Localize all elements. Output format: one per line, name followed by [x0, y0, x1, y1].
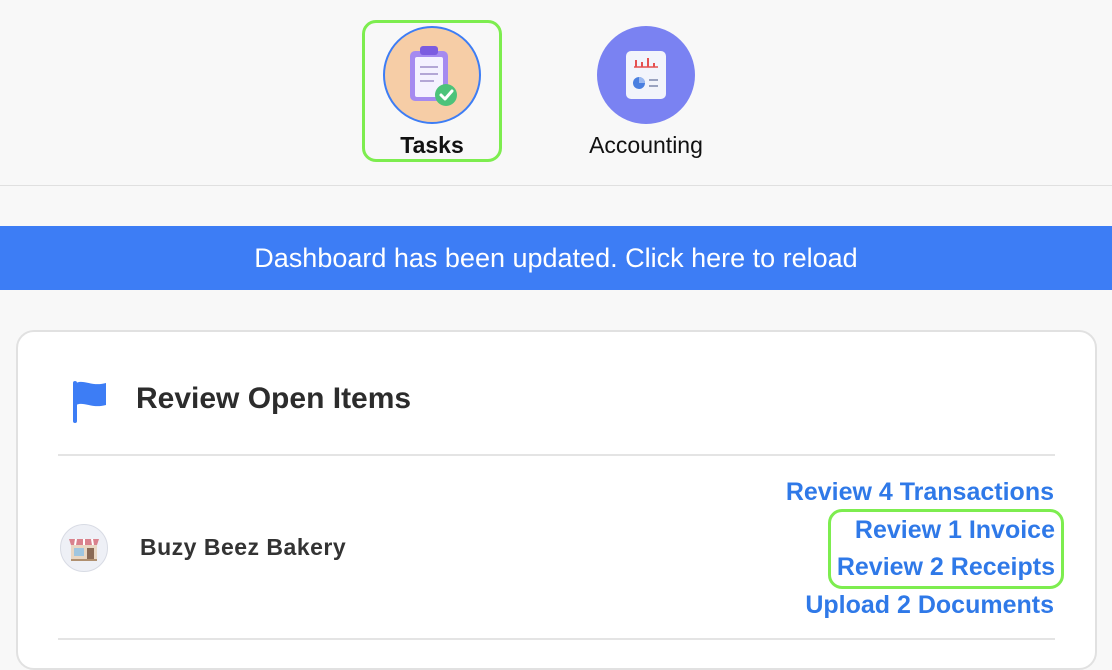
nav-tasks-label: Tasks [400, 132, 464, 158]
accounting-icon-circle [597, 26, 695, 124]
reload-banner-text: Dashboard has been updated. Click here t… [254, 242, 858, 273]
divider [58, 454, 1055, 456]
clipboard-check-icon [410, 46, 457, 106]
nav-tasks[interactable]: Tasks [362, 20, 502, 162]
upload-documents-link[interactable]: Upload 2 Documents [786, 587, 1054, 624]
report-chart-icon [626, 51, 666, 99]
highlighted-actions: Review 1 Invoice Review 2 Receipts [827, 509, 1064, 589]
card-title: Review Open Items [136, 382, 412, 415]
row-actions: Review 4 Transactions Review 1 Invoice R… [786, 474, 1064, 624]
review-invoice-link[interactable]: Review 1 Invoice [837, 512, 1055, 549]
review-receipts-link[interactable]: Review 2 Receipts [837, 549, 1055, 586]
avatar [60, 524, 108, 572]
review-transactions-link[interactable]: Review 4 Transactions [786, 474, 1054, 511]
reload-banner[interactable]: Dashboard has been updated. Click here t… [0, 226, 1112, 290]
nav-accounting-label: Accounting [589, 132, 703, 158]
divider [58, 638, 1055, 640]
nav-accounting[interactable]: Accounting [571, 20, 721, 162]
top-navigation: Tasks Accounting [0, 0, 1112, 186]
flag-icon [73, 381, 106, 423]
bakery-storefront-icon [69, 538, 99, 561]
review-open-items-card: Review Open Items Buzy Beez Bakery Revie… [16, 330, 1097, 670]
tasks-icon-circle [383, 26, 481, 124]
company-name: Buzy Beez Bakery [140, 534, 347, 560]
